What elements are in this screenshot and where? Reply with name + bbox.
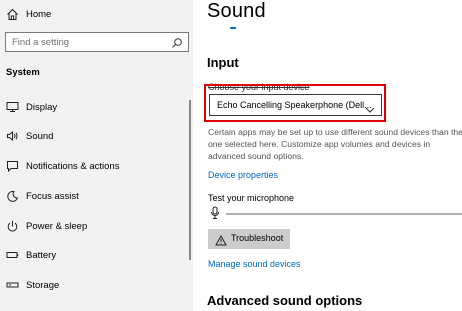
power-icon (4, 218, 20, 234)
page-title: Sound (207, 0, 266, 22)
sidebar-item-focus-assist[interactable]: Focus assist (0, 181, 193, 211)
sidebar-item-label: Home (26, 8, 52, 20)
sidebar-item-home[interactable]: Home (0, 0, 193, 28)
battery-icon (4, 247, 20, 263)
chevron-down-icon (365, 101, 375, 113)
troubleshoot-button[interactable]: Troubleshoot (208, 229, 290, 249)
sidebar-item-label: Focus assist (26, 190, 79, 202)
search-placeholder: Find a setting (12, 37, 70, 48)
monitor-icon (4, 99, 20, 115)
title-underline (230, 27, 236, 29)
troubleshoot-label: Troubleshoot (231, 233, 284, 243)
dropdown-selected-value: Echo Cancelling Speakerphone (Dell... (217, 100, 372, 110)
storage-icon (4, 277, 20, 293)
test-microphone-label: Test your microphone (208, 193, 295, 203)
sidebar-item-sound[interactable]: Sound (0, 121, 193, 151)
sidebar-scrollbar[interactable] (189, 100, 191, 260)
search-icon[interactable] (171, 36, 183, 48)
sidebar-item-notifications[interactable]: Notifications & actions (0, 151, 193, 181)
input-device-dropdown[interactable]: Echo Cancelling Speakerphone (Dell... (209, 94, 382, 116)
input-description: Certain apps may be set up to use differ… (208, 127, 462, 161)
sound-settings-page: Sound Input Choose your input device Ech… (193, 0, 462, 311)
sidebar-item-storage[interactable]: Storage (0, 270, 193, 300)
manage-sound-devices-link[interactable]: Manage sound devices (208, 259, 301, 269)
sidebar-item-label: Battery (26, 249, 57, 261)
moon-icon (4, 188, 20, 204)
search-input[interactable]: Find a setting (5, 32, 189, 52)
sidebar-item-label: Storage (26, 279, 60, 291)
sidebar-item-display[interactable]: Display (0, 92, 193, 122)
speaker-icon (4, 128, 20, 144)
advanced-sound-heading: Advanced sound options (207, 293, 363, 308)
sidebar-item-label: Display (26, 101, 58, 113)
sidebar-item-label: Sound (26, 130, 54, 142)
sidebar-item-label: Notifications & actions (26, 160, 120, 172)
notification-icon (4, 158, 20, 174)
warning-icon (215, 233, 227, 246)
sidebar-item-battery[interactable]: Battery (0, 240, 193, 270)
device-properties-link[interactable]: Device properties (208, 170, 278, 180)
settings-sidebar: Home Find a setting System Display Sound… (0, 0, 193, 311)
input-heading: Input (207, 55, 239, 70)
microphone-level-meter (226, 213, 462, 215)
section-title: System (6, 67, 40, 78)
sidebar-item-power-sleep[interactable]: Power & sleep (0, 211, 193, 241)
sidebar-item-label: Power & sleep (26, 220, 88, 232)
home-icon (4, 6, 20, 22)
microphone-icon (210, 206, 220, 220)
